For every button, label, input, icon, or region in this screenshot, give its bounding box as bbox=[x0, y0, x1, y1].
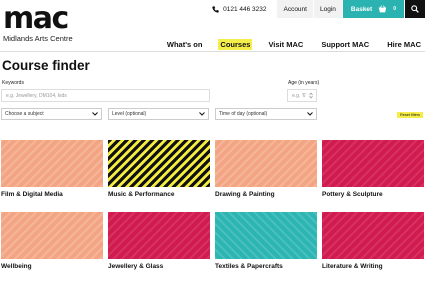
course-title[interactable]: Music & Performance bbox=[108, 191, 174, 198]
course-tile-image[interactable] bbox=[108, 140, 210, 187]
search-icon bbox=[411, 5, 419, 13]
course-title[interactable]: Jewellery & Glass bbox=[108, 263, 163, 270]
basket-label: Basket bbox=[350, 5, 373, 13]
keywords-input[interactable]: e.g. Jewellery, DM104, kids bbox=[1, 89, 210, 102]
nav-support-mac[interactable]: Support MAC bbox=[319, 39, 371, 50]
course-tile-image[interactable] bbox=[322, 212, 424, 259]
age-label: Age (in years) bbox=[288, 80, 320, 86]
site-logo[interactable]: mac Midlands Arts Centre bbox=[3, 1, 73, 44]
stepper-icon bbox=[309, 92, 313, 99]
phone-number: 0121 446 3232 bbox=[223, 5, 267, 13]
search-button[interactable] bbox=[405, 0, 425, 18]
course-title[interactable]: Textiles & Papercrafts bbox=[215, 263, 283, 270]
subject-select[interactable]: Choose a subject bbox=[1, 108, 102, 120]
header-divider bbox=[0, 51, 425, 52]
keywords-label: Keywords bbox=[2, 80, 24, 86]
subject-select-value: Choose a subject bbox=[5, 111, 44, 117]
course-title[interactable]: Literature & Writing bbox=[322, 263, 383, 270]
course-title[interactable]: Drawing & Painting bbox=[215, 191, 275, 198]
account-button[interactable]: Account bbox=[277, 0, 313, 18]
course-tile-image[interactable] bbox=[1, 140, 103, 187]
level-select[interactable]: Level (optional) bbox=[108, 108, 209, 120]
logo-wordmark: mac bbox=[3, 1, 69, 36]
phone-link[interactable]: 0121 446 3232 bbox=[212, 6, 266, 13]
course-tile-image[interactable] bbox=[322, 140, 424, 187]
utility-bar: 0121 446 3232 Account Login Basket 0 bbox=[212, 0, 425, 18]
nav-courses[interactable]: Courses bbox=[218, 39, 253, 50]
login-button[interactable]: Login bbox=[313, 0, 342, 18]
time-select[interactable]: Time of day (optional) bbox=[215, 108, 317, 120]
course-title[interactable]: Pottery & Sculpture bbox=[322, 191, 383, 198]
chevron-down-icon bbox=[307, 112, 313, 116]
logo-subtitle: Midlands Arts Centre bbox=[3, 34, 73, 43]
reset-filters-button[interactable]: Reset filters bbox=[397, 112, 424, 118]
course-tile-image[interactable] bbox=[215, 212, 317, 259]
course-tile-image[interactable] bbox=[215, 140, 317, 187]
time-select-value: Time of day (optional) bbox=[219, 111, 268, 117]
course-tile-image[interactable] bbox=[1, 212, 103, 259]
basket-button[interactable]: Basket 0 bbox=[342, 0, 404, 18]
nav-whats-on[interactable]: What's on bbox=[165, 39, 205, 50]
course-title[interactable]: Film & Digital Media bbox=[1, 191, 63, 198]
page-title: Course finder bbox=[2, 58, 90, 73]
level-select-value: Level (optional) bbox=[112, 111, 147, 117]
chevron-down-icon bbox=[92, 112, 98, 116]
course-title[interactable]: Wellbeing bbox=[1, 263, 32, 270]
nav-hire-mac[interactable]: Hire MAC bbox=[385, 39, 423, 50]
chevron-down-icon bbox=[199, 112, 205, 116]
age-placeholder: e.g. '6' bbox=[292, 92, 307, 99]
nav-visit-mac[interactable]: Visit MAC bbox=[266, 39, 305, 50]
course-tile-image[interactable] bbox=[108, 212, 210, 259]
phone-icon bbox=[212, 5, 219, 13]
age-input[interactable]: e.g. '6' bbox=[287, 89, 317, 102]
main-nav: What's on Courses Visit MAC Support MAC … bbox=[151, 39, 423, 50]
basket-count: 0 bbox=[393, 6, 396, 12]
basket-icon bbox=[378, 5, 387, 13]
